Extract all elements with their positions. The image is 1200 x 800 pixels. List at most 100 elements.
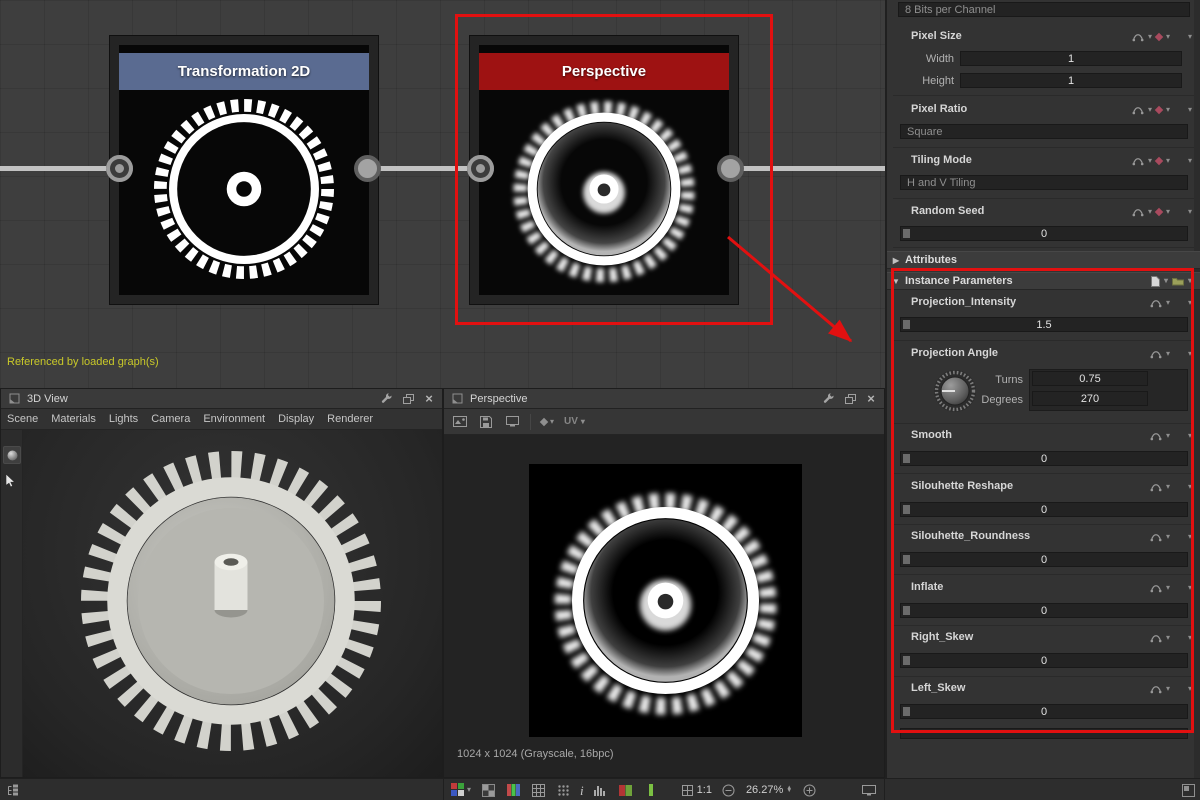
- function-icon[interactable]: [1150, 298, 1162, 308]
- panel-float-icon[interactable]: [842, 392, 858, 406]
- save-image-icon[interactable]: [478, 415, 494, 429]
- function-icon[interactable]: [1150, 349, 1162, 359]
- param-icons[interactable]: ▾ ▾: [1150, 683, 1192, 695]
- gamma-indicator-icon[interactable]: [643, 783, 659, 797]
- bits-per-channel-value: 8 Bits per Channel: [905, 3, 996, 16]
- display-settings-icon[interactable]: [504, 415, 520, 429]
- panel-close-icon[interactable]: ×: [863, 392, 879, 406]
- param-label: Projection Angle: [911, 347, 998, 359]
- panel-tools-icon[interactable]: [821, 392, 837, 406]
- panel-title-bar[interactable]: Perspective ×: [444, 389, 884, 409]
- right-skew-slider[interactable]: 0: [900, 653, 1188, 668]
- degrees-field[interactable]: 270: [1032, 391, 1148, 406]
- function-icon[interactable]: [1132, 32, 1144, 42]
- viewport-2d[interactable]: 1024 x 1024 (Grayscale, 16bpc): [444, 435, 884, 777]
- param-icons[interactable]: ▾ ▾: [1150, 531, 1192, 543]
- menu-scene[interactable]: Scene: [7, 413, 38, 425]
- pixel-ratio-control[interactable]: 1:1: [681, 784, 712, 796]
- partial-slider[interactable]: [900, 728, 1188, 739]
- zoom-level-control[interactable]: 26.27% ▲ ▼: [746, 784, 792, 796]
- tiling-mode-dropdown[interactable]: H and V Tiling: [900, 175, 1188, 190]
- left-skew-slider[interactable]: 0: [900, 704, 1188, 719]
- node-transformation-2d[interactable]: Transformation 2D: [109, 35, 379, 305]
- silouhette-reshape-slider[interactable]: 0: [900, 502, 1188, 517]
- information-icon[interactable]: i: [580, 784, 584, 797]
- image-icon[interactable]: [452, 415, 468, 429]
- panel-layout-icon[interactable]: [1180, 783, 1196, 797]
- color-profile-icon[interactable]: [618, 783, 634, 797]
- param-icons[interactable]: ▾ ▾: [1150, 632, 1192, 644]
- function-icon[interactable]: [1150, 532, 1162, 542]
- pixel-ratio-dropdown[interactable]: Square: [900, 124, 1188, 139]
- input-connector[interactable]: [106, 155, 133, 182]
- projection-intensity-slider[interactable]: 1.5: [900, 317, 1188, 332]
- menu-renderer[interactable]: Renderer: [327, 413, 373, 425]
- link-icon[interactable]: [1154, 105, 1164, 115]
- zoom-in-icon[interactable]: [801, 783, 817, 797]
- function-icon[interactable]: [1132, 105, 1144, 115]
- width-input[interactable]: 1: [960, 51, 1182, 66]
- param-icons[interactable]: ▾ ▾: [1150, 297, 1192, 309]
- histogram-icon[interactable]: [593, 783, 609, 797]
- function-icon[interactable]: [1132, 156, 1144, 166]
- uv-mode-dropdown[interactable]: UV ▾: [564, 416, 585, 427]
- random-seed-slider[interactable]: 0: [900, 226, 1188, 241]
- fullscreen-preview-icon[interactable]: [861, 783, 877, 797]
- smooth-slider[interactable]: 0: [900, 451, 1188, 466]
- random-seed-param-icons[interactable]: ▾ ▾ ▾: [1132, 206, 1192, 218]
- param-icons[interactable]: ▾ ▾: [1150, 430, 1192, 442]
- properties-scrollbar[interactable]: [1194, 0, 1200, 778]
- silouhette-roundness-slider[interactable]: 0: [900, 552, 1188, 567]
- inflate-slider[interactable]: 0: [900, 603, 1188, 618]
- function-icon[interactable]: [1150, 684, 1162, 694]
- zoom-out-icon[interactable]: [721, 783, 737, 797]
- section-instance-parameters[interactable]: ▼ Instance Parameters ▾ ▾: [887, 272, 1200, 290]
- panel-title-bar[interactable]: 3D View ×: [1, 389, 442, 409]
- shading-mode-icon[interactable]: [3, 446, 21, 464]
- node-perspective[interactable]: Perspective: [469, 35, 739, 305]
- menu-display[interactable]: Display: [278, 413, 314, 425]
- menu-camera[interactable]: Camera: [151, 413, 190, 425]
- graph-tree-icon[interactable]: [4, 783, 20, 797]
- bits-per-channel-dropdown[interactable]: 8 Bits per Channel: [898, 2, 1190, 17]
- preset-folder-icon[interactable]: [1171, 276, 1184, 286]
- preset-page-icon[interactable]: [1150, 275, 1160, 287]
- section-attributes[interactable]: ▶ Attributes: [887, 251, 1200, 269]
- link-icon[interactable]: [1154, 156, 1164, 166]
- param-icons[interactable]: ▾ ▾: [1150, 481, 1192, 493]
- menu-environment[interactable]: Environment: [203, 413, 265, 425]
- channels-select-icon[interactable]: ▾: [451, 783, 471, 797]
- panel-tools-icon[interactable]: [379, 392, 395, 406]
- tiling-mode-param-icons[interactable]: ▾ ▾ ▾: [1132, 155, 1192, 167]
- viewport-3d[interactable]: [1, 430, 442, 777]
- background-checker-icon[interactable]: [480, 783, 496, 797]
- input-connector[interactable]: [467, 155, 494, 182]
- node-graph-canvas[interactable]: Transformation 2D Perspective Referenced…: [0, 0, 885, 388]
- pixel-ratio-param-icons[interactable]: ▾ ▾ ▾: [1132, 104, 1192, 116]
- function-icon[interactable]: [1150, 633, 1162, 643]
- grid-toggle-icon[interactable]: [530, 783, 546, 797]
- link-icon[interactable]: [1154, 32, 1164, 42]
- function-icon[interactable]: [1150, 482, 1162, 492]
- param-icons[interactable]: ▾ ▾: [1150, 582, 1192, 594]
- output-connector[interactable]: [354, 155, 381, 182]
- param-icons[interactable]: ▾ ▾: [1150, 348, 1192, 360]
- pixel-size-param-icons[interactable]: ▾ ▾ ▾: [1132, 31, 1192, 43]
- panel-float-icon[interactable]: [400, 392, 416, 406]
- material-channel-icon[interactable]: ▾: [539, 415, 554, 429]
- node-preview-image: [144, 89, 344, 289]
- turns-field[interactable]: 0.75: [1032, 371, 1148, 386]
- select-cursor-icon[interactable]: [5, 473, 18, 493]
- panel-close-icon[interactable]: ×: [421, 392, 437, 406]
- link-icon[interactable]: [1154, 207, 1164, 217]
- menu-lights[interactable]: Lights: [109, 413, 138, 425]
- function-icon[interactable]: [1132, 207, 1144, 217]
- output-connector[interactable]: [717, 155, 744, 182]
- rgb-channels-icon[interactable]: [505, 783, 521, 797]
- function-icon[interactable]: [1150, 583, 1162, 593]
- tile-preview-icon[interactable]: [555, 783, 571, 797]
- function-icon[interactable]: [1150, 431, 1162, 441]
- height-input[interactable]: 1: [960, 73, 1182, 88]
- menu-materials[interactable]: Materials: [51, 413, 96, 425]
- param-value: 0: [1040, 452, 1048, 465]
